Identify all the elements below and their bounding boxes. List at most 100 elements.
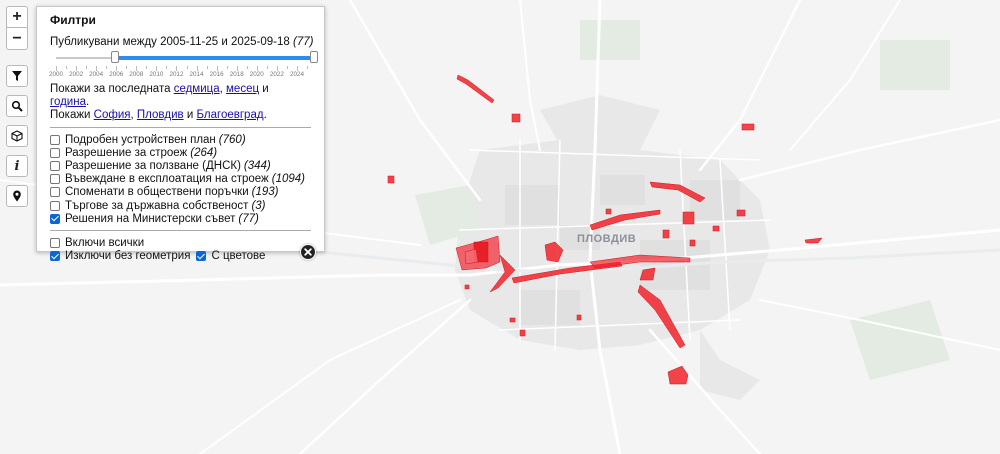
link-week[interactable]: седмица	[174, 83, 220, 95]
link-sofia[interactable]: София	[94, 109, 131, 121]
include-all-label: Включи всички	[65, 236, 145, 249]
category-item[interactable]: Въвеждане в експлоатация на строеж (1094…	[50, 173, 311, 186]
category-checkbox[interactable]	[50, 174, 60, 185]
slider-handle-to[interactable]	[310, 51, 319, 63]
category-item[interactable]: Разрешение за строеж (264)	[50, 146, 311, 159]
map-toolbar: + − i	[6, 6, 28, 207]
zoom-in-button[interactable]: +	[6, 6, 28, 28]
category-label: Разрешение за ползване (ДНСК)	[65, 159, 241, 172]
slider-tick-label: 2016	[209, 71, 224, 78]
quick-sep: ,	[219, 83, 223, 95]
close-panel-button[interactable]	[300, 244, 316, 260]
category-label: Подробен устройствен план	[65, 133, 216, 146]
with-colors-label: С цветове	[211, 250, 266, 263]
date-range-text: Публикувани между 2005-11-25 и 2025-09-1…	[50, 36, 314, 48]
exclude-no-geometry-checkbox[interactable]	[50, 251, 60, 262]
category-checkbox[interactable]	[50, 147, 60, 158]
category-count: (77)	[238, 212, 259, 225]
include-all-option[interactable]: Включи всички	[50, 236, 311, 249]
category-label: Решения на Министерски съвет	[65, 212, 236, 225]
slider-tick	[266, 66, 268, 69]
slider-tick	[206, 66, 208, 69]
locate-button[interactable]	[6, 185, 28, 207]
exclude-no-geometry-label: Изключи без геометрия	[65, 250, 191, 263]
divider	[50, 230, 311, 232]
category-label: Разрешение за строеж	[65, 146, 188, 159]
close-icon	[304, 243, 312, 261]
range-to: 2025-09-18	[230, 36, 290, 48]
slider-tick	[146, 66, 148, 69]
category-count: (3)	[251, 199, 266, 212]
with-colors-option[interactable]: С цветове	[196, 250, 265, 262]
category-count: (193)	[251, 186, 279, 199]
info-icon: i	[14, 158, 20, 174]
link-month[interactable]: месец	[226, 83, 259, 95]
link-year[interactable]: година	[50, 96, 86, 108]
slider-tick-label: 2020	[249, 71, 264, 78]
quick-period-links: Покажи за последната седмица, месец и го…	[50, 83, 311, 109]
slider-track	[115, 56, 315, 60]
category-label: Търгове за държавна собственост	[65, 199, 249, 212]
category-checkbox[interactable]	[50, 200, 60, 211]
category-item[interactable]: Споменати в обществени поръчки (193)	[50, 186, 311, 199]
slider-handle-from[interactable]	[111, 51, 120, 63]
city-label: ПЛОВДИВ	[577, 233, 636, 245]
category-list: Подробен устройствен план (760) Разрешен…	[50, 133, 311, 225]
slider-tick	[307, 66, 308, 69]
cube-icon	[11, 130, 23, 142]
layers-button[interactable]	[6, 125, 28, 147]
filter-button[interactable]	[6, 65, 28, 87]
date-range-slider[interactable]	[56, 51, 319, 65]
exclude-no-geometry-option[interactable]: Изключи без геометрия	[50, 250, 190, 262]
slider-tick-label: 2002	[69, 71, 84, 78]
slider-tick-label: 2008	[129, 71, 144, 78]
slider-tick	[166, 66, 168, 69]
with-colors-checkbox[interactable]	[196, 251, 207, 262]
slider-tick-label: 2010	[149, 71, 164, 78]
category-checkbox[interactable]	[50, 187, 60, 198]
filter-icon	[11, 70, 23, 82]
category-checkbox[interactable]	[50, 213, 60, 224]
category-item[interactable]: Решения на Министерски съвет (77)	[50, 212, 311, 225]
link-plovdiv[interactable]: Пловдив	[137, 109, 184, 121]
category-count: (264)	[190, 146, 218, 159]
category-item[interactable]: Търгове за държавна собственост (3)	[50, 199, 311, 212]
slider-tick-label: 2018	[229, 71, 244, 78]
category-checkbox[interactable]	[50, 134, 60, 145]
include-all-checkbox[interactable]	[50, 237, 60, 248]
slider-tick	[106, 66, 108, 69]
zoom-out-button[interactable]: −	[6, 28, 28, 50]
range-conjunction: и	[221, 36, 228, 48]
slider-tick-label: 2000	[48, 71, 64, 78]
category-item[interactable]: Подробен устройствен план (760)	[50, 133, 311, 146]
category-item[interactable]: Разрешение за ползване (ДНСК) (344)	[50, 159, 311, 172]
category-label: Споменати в обществени поръчки	[65, 186, 249, 199]
slider-tick-label: 2014	[189, 71, 204, 78]
slider-tick	[186, 66, 188, 69]
slider-tick-label: 2012	[169, 71, 184, 78]
slider-tick	[246, 66, 248, 69]
slider-tick	[86, 66, 88, 69]
slider-tick-label: 2004	[89, 71, 104, 78]
range-from: 2005-11-25	[160, 36, 219, 48]
slider-tick-label: 2006	[109, 71, 124, 78]
options-row: Изключи без геометрия С цветове	[50, 250, 311, 263]
slider-tick-label: 2022	[269, 71, 284, 78]
quick-city-links: Покажи София, Пловдив и Благоевград.	[50, 109, 311, 122]
range-count: (77)	[293, 36, 314, 48]
info-button[interactable]: i	[6, 155, 28, 177]
slider-tick	[286, 66, 288, 69]
slider-tick	[66, 66, 68, 69]
slider-tick-label: 2024	[289, 71, 304, 78]
quick-and: и	[262, 83, 269, 95]
quick-end: .	[263, 109, 267, 121]
quick-line2-prefix: Покажи	[50, 109, 91, 121]
category-count: (1094)	[271, 173, 305, 186]
category-checkbox[interactable]	[50, 160, 60, 171]
quick-sep: ,	[130, 109, 134, 121]
slider-tick	[126, 66, 128, 69]
search-button[interactable]	[6, 95, 28, 117]
link-blagoevgrad[interactable]: Благоевград	[196, 109, 263, 121]
slider-ticks: 2000 2002 2004 2006 2008 2010 2012 2014 2016 2018…	[49, 65, 308, 83]
divider	[50, 127, 311, 128]
